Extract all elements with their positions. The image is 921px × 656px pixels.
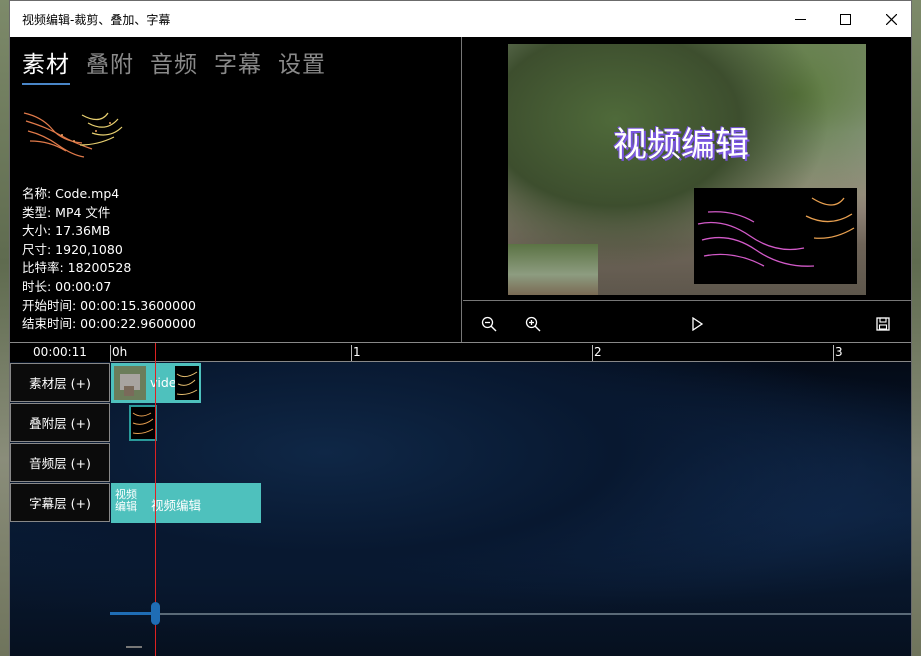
maximize-button[interactable] — [822, 1, 868, 37]
material-panel: 素材 叠附 音频 字幕 设置 名称: Code.mp4 类型: MP4 文件 大… — [10, 37, 462, 342]
file-info: 名称: Code.mp4 类型: MP4 文件 大小: 17.36MB 尺寸: … — [22, 185, 196, 334]
ruler-label-3: 3 — [835, 345, 843, 359]
tab-overlay[interactable]: 叠附 — [86, 45, 134, 85]
layer-audio[interactable]: 音频层 (+) — [10, 443, 110, 482]
layer-material[interactable]: 素材层 (+) — [10, 363, 110, 402]
close-icon — [885, 13, 897, 25]
time-ruler[interactable]: 0h 1 2 3 — [110, 343, 911, 362]
zoom-out-button[interactable] — [477, 312, 501, 336]
ruler-tick — [592, 345, 593, 361]
clip-thumbnail — [114, 366, 146, 400]
layer-subtitle[interactable]: 字幕层 (+) — [10, 483, 110, 522]
subtitle-clip-thumb: 视频 编辑 — [115, 488, 137, 513]
horizontal-scrollbar[interactable] — [126, 646, 142, 648]
save-icon — [876, 317, 890, 331]
close-button[interactable] — [868, 1, 914, 37]
play-icon — [692, 317, 704, 331]
save-button[interactable] — [871, 312, 895, 336]
app-window: 视频编辑-裁剪、叠加、字幕 素材 叠附 音频 字幕 设置 名称: Code.mp… — [9, 0, 912, 656]
overlay-thumbnail — [508, 244, 598, 295]
subtitle-clip-label: 视频编辑 — [151, 498, 202, 513]
window-title: 视频编辑-裁剪、叠加、字幕 — [22, 13, 171, 27]
info-dimensions: 尺寸: 1920,1080 — [22, 241, 123, 257]
play-button[interactable] — [685, 312, 709, 336]
material-thumbnail[interactable] — [22, 105, 124, 163]
clip-label: vide — [150, 375, 177, 390]
tab-audio[interactable]: 音频 — [150, 45, 198, 85]
tab-material[interactable]: 素材 — [22, 45, 70, 85]
ruler-tick — [833, 345, 834, 361]
preview-panel: 视频编辑 — [463, 37, 911, 342]
ruler-tick — [351, 345, 352, 361]
overlay-clip[interactable] — [129, 405, 157, 441]
info-end-time: 结束时间: 00:00:22.9600000 — [22, 316, 196, 332]
title-bar: 视频编辑-裁剪、叠加、字幕 — [10, 1, 911, 37]
info-name: 名称: Code.mp4 — [22, 186, 120, 201]
layer-overlay[interactable]: 叠附层 (+) — [10, 403, 110, 442]
info-type: 类型: MP4 文件 — [22, 204, 111, 220]
material-clip[interactable]: vide — [111, 363, 201, 403]
ruler-tick — [110, 345, 111, 361]
info-duration: 时长: 00:00:07 — [22, 278, 112, 294]
zoom-out-icon — [481, 316, 497, 332]
info-bitrate: 比特率: 18200528 — [22, 260, 132, 276]
preview-divider — [463, 300, 911, 301]
overlay-clip-thumbnail — [131, 407, 155, 439]
ruler-label-1: 1 — [353, 345, 361, 359]
video-preview[interactable]: 视频编辑 — [508, 44, 866, 295]
info-start-time: 开始时间: 00:00:15.3600000 — [22, 297, 196, 313]
tab-settings[interactable]: 设置 — [278, 45, 326, 85]
info-size: 大小: 17.36MB — [22, 223, 111, 239]
ruler-label-0: 0h — [112, 345, 128, 359]
ruler-label-2: 2 — [594, 345, 602, 359]
minimize-button[interactable] — [777, 1, 823, 37]
timeline[interactable]: 00:00:11 0h 1 2 3 素材层 (+) 叠附层 (+) 音频层 (+… — [10, 343, 911, 656]
minimize-icon — [794, 18, 806, 20]
zoom-in-icon — [525, 316, 541, 332]
clip-thumbnail-dark — [175, 366, 199, 400]
timeline-scroll-thumb[interactable] — [151, 602, 160, 625]
preview-caption: 视频编辑 — [613, 125, 749, 165]
zoom-in-button[interactable] — [521, 312, 545, 336]
timeline-scroll-track[interactable] — [110, 613, 911, 615]
maximize-icon — [839, 13, 851, 25]
subtitle-clip[interactable]: 视频 编辑 视频编辑 — [111, 483, 261, 523]
tab-subtitle[interactable]: 字幕 — [214, 45, 262, 85]
current-time: 00:00:11 — [10, 343, 110, 362]
timeline-scroll-fill — [110, 612, 155, 615]
overlay-video — [694, 188, 857, 284]
tab-bar: 素材 叠附 音频 字幕 设置 — [22, 45, 326, 85]
